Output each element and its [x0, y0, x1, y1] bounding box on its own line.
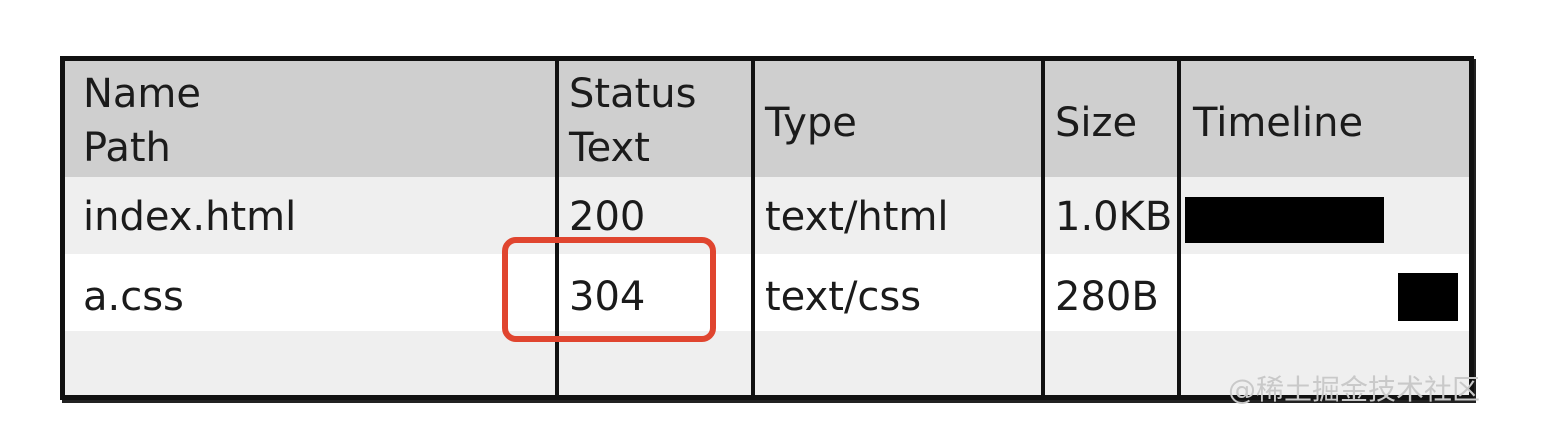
network-requests-table: Name Path Status Text Type Size Timeline… [60, 56, 1474, 400]
header-status-label: Status [569, 71, 697, 117]
row-type: text/html [765, 194, 949, 240]
watermark: @稀土掘金技术社区 [1228, 373, 1481, 406]
column-divider [751, 61, 755, 395]
header-status-text[interactable]: Status Text [569, 67, 696, 175]
header-timeline[interactable]: Timeline [1193, 101, 1363, 145]
column-divider [1177, 61, 1181, 395]
column-divider [555, 61, 559, 395]
status-highlight-box [502, 237, 716, 342]
header-type[interactable]: Type [765, 101, 857, 145]
header-path-label: Path [83, 125, 171, 171]
row-type: text/css [765, 274, 922, 320]
row-status: 200 [569, 194, 646, 240]
timeline-bar [1398, 273, 1458, 321]
row-name: a.css [83, 274, 184, 320]
header-name-label: Name [83, 71, 202, 117]
row-name: index.html [83, 194, 297, 240]
row-size: 1.0KB [1055, 194, 1173, 240]
row-size: 280B [1055, 274, 1159, 320]
header-text-label: Text [569, 125, 650, 171]
timeline-bar [1185, 197, 1384, 243]
header-size[interactable]: Size [1055, 101, 1137, 145]
column-divider [1041, 61, 1045, 395]
header-name-path[interactable]: Name Path [83, 67, 201, 175]
